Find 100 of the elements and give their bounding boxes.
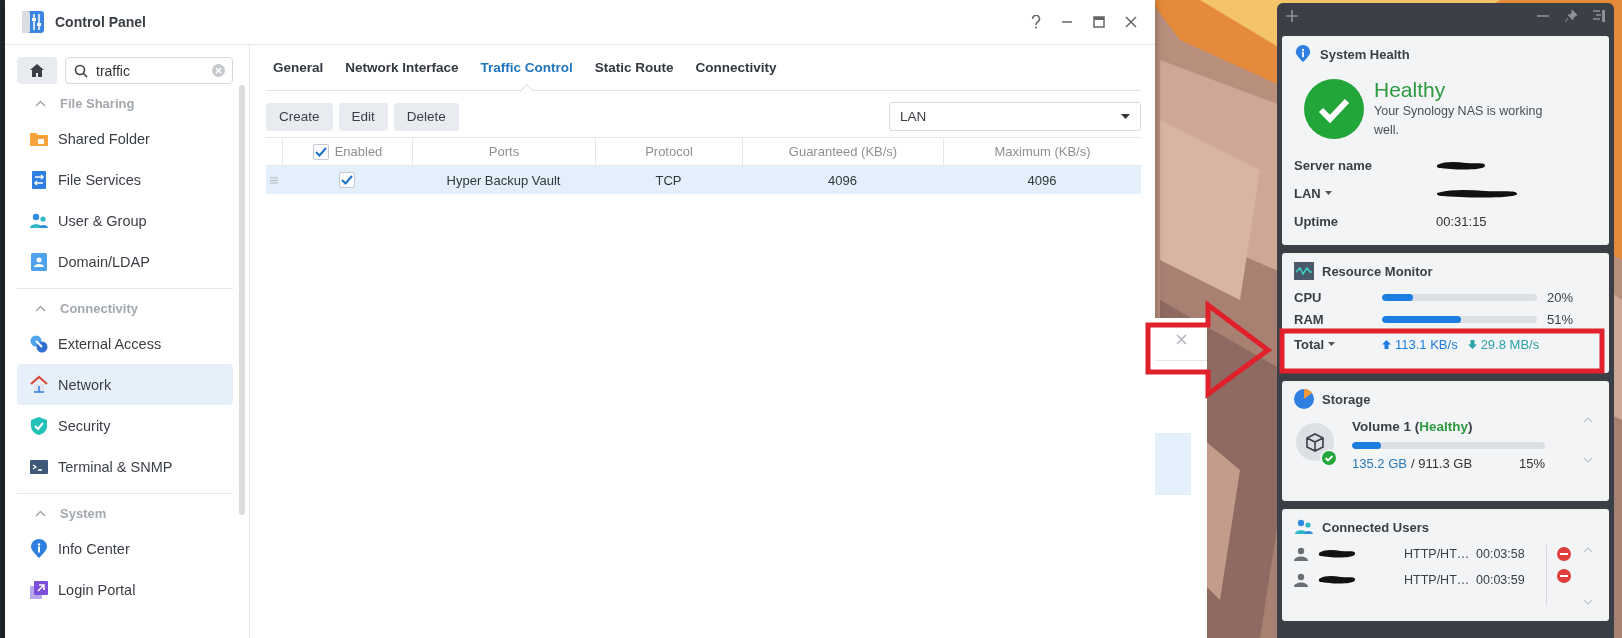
chevron-up-icon[interactable] xyxy=(35,509,46,517)
home-icon xyxy=(29,63,45,78)
volume-name: Volume 1 (Healthy) xyxy=(1352,419,1474,434)
check-circle-icon xyxy=(1304,79,1364,139)
tab[interactable]: Network Interface xyxy=(334,45,470,90)
minimize-icon[interactable] xyxy=(1537,14,1549,17)
redaction-mark xyxy=(1318,549,1356,558)
widget-title: Storage xyxy=(1322,391,1371,407)
health-message: Your Synology NAS is working well. xyxy=(1374,103,1544,139)
person-icon xyxy=(1294,573,1308,587)
table-cell: TCP xyxy=(655,172,682,188)
control-panel-icon xyxy=(21,10,45,34)
redaction-mark xyxy=(1436,160,1486,170)
info-label: LAN xyxy=(1294,185,1321,201)
widget-title: Connected Users xyxy=(1322,519,1429,535)
info-icon xyxy=(29,538,49,559)
home-button[interactable] xyxy=(17,57,57,84)
column-header: Ports xyxy=(488,144,520,159)
sidebar-item[interactable]: Security xyxy=(17,405,233,446)
session-time: 00:03:59 xyxy=(1476,573,1526,587)
table-cell: 4096 xyxy=(1027,172,1057,188)
session-time: 00:03:58 xyxy=(1476,547,1526,561)
usage-percent: 15% xyxy=(1518,456,1545,471)
sidebar-item[interactable]: Terminal & SNMP xyxy=(17,446,233,487)
table-cell: Hyper Backup Vault xyxy=(446,172,561,188)
link-icon xyxy=(29,333,49,354)
add-icon[interactable] xyxy=(1286,9,1298,22)
maximize-icon[interactable] xyxy=(1093,16,1105,28)
info-value: 00:31:15 xyxy=(1436,213,1487,229)
toolbar-button[interactable]: Delete xyxy=(393,102,459,131)
panel-icon[interactable] xyxy=(1593,9,1605,22)
file-transfer-icon xyxy=(29,169,49,190)
close-icon[interactable] xyxy=(1125,16,1137,28)
caret-icon xyxy=(1121,114,1130,119)
person-icon xyxy=(1294,547,1308,561)
group-title: System xyxy=(60,505,107,521)
drag-handle-icon[interactable] xyxy=(270,176,278,184)
protocol-label: HTTP/HT… xyxy=(1404,547,1471,561)
shield-icon xyxy=(29,415,49,436)
pie-chart-icon xyxy=(1294,389,1314,409)
sidebar-item[interactable]: Login Portal xyxy=(17,569,233,610)
caret-icon[interactable] xyxy=(1328,342,1336,346)
upload-rate: 113.1 KB/s xyxy=(1395,336,1458,352)
upload-icon xyxy=(1382,339,1391,349)
users-icon xyxy=(1294,517,1314,537)
group-title: File Sharing xyxy=(60,95,135,111)
table-cell: 4096 xyxy=(828,172,857,188)
redaction-mark xyxy=(1318,575,1356,584)
monitor-icon xyxy=(1294,262,1314,280)
toolbar-button[interactable]: Edit xyxy=(338,102,388,131)
table-row[interactable]: Hyper Backup Vault TCP 4096 4096 xyxy=(266,166,1141,194)
group-title: Connectivity xyxy=(60,300,138,316)
sidebar-item[interactable]: Domain/LDAP xyxy=(17,241,233,282)
contact-card-icon xyxy=(29,251,49,272)
chevron-up-icon[interactable] xyxy=(35,99,46,107)
health-status: Healthy xyxy=(1374,78,1447,102)
info-icon xyxy=(1294,44,1312,64)
meter-label: RAM xyxy=(1294,311,1325,327)
toolbar-button[interactable]: Create xyxy=(266,102,333,131)
sidebar-item[interactable]: External Access xyxy=(17,323,233,364)
column-header: Guaranteed (KB/s) xyxy=(788,144,898,159)
column-header: Enabled xyxy=(334,144,383,159)
pin-icon[interactable] xyxy=(1565,9,1577,22)
checkbox[interactable] xyxy=(339,172,355,188)
meter-label: Total xyxy=(1294,336,1325,352)
disconnect-icon[interactable] xyxy=(1557,569,1571,583)
widget-title: Resource Monitor xyxy=(1322,263,1433,279)
sidebar-item[interactable]: User & Group xyxy=(17,200,233,241)
download-rate: 29.8 MB/s xyxy=(1480,336,1540,352)
selected-row xyxy=(1155,433,1191,495)
widget-title: System Health xyxy=(1320,46,1410,62)
tab[interactable]: Static Route xyxy=(583,45,685,90)
tab[interactable]: General xyxy=(266,45,335,90)
interface-dropdown[interactable]: LAN xyxy=(889,102,1141,131)
house-icon xyxy=(29,374,49,395)
sidebar-item[interactable]: File Services xyxy=(17,159,233,200)
total-space: / 911.3 GB xyxy=(1410,456,1473,471)
sidebar-item[interactable]: Info Center xyxy=(17,528,233,569)
info-label: Uptime xyxy=(1294,213,1339,229)
search-field[interactable]: traffic xyxy=(65,57,233,84)
column-header: Protocol xyxy=(645,144,693,159)
column-header: Maximum (KB/s) xyxy=(994,144,1091,159)
arrow-square-icon xyxy=(29,579,49,600)
checkbox[interactable] xyxy=(312,143,329,160)
sidebar-item[interactable]: Network xyxy=(17,364,233,405)
window-title: Control Panel xyxy=(55,14,147,30)
info-label: Server name xyxy=(1294,157,1373,173)
caret-icon[interactable] xyxy=(1324,191,1332,195)
download-icon xyxy=(1467,339,1477,349)
tab[interactable]: Connectivity xyxy=(684,45,788,90)
meter-reading: 51% xyxy=(1546,311,1575,327)
meter-reading: 20% xyxy=(1546,289,1575,305)
protocol-label: HTTP/HT… xyxy=(1404,573,1471,587)
sidebar-item[interactable]: Shared Folder xyxy=(17,118,233,159)
disconnect-icon[interactable] xyxy=(1557,547,1571,561)
search-icon xyxy=(74,64,88,78)
used-space: 135.2 GB xyxy=(1352,456,1407,471)
chevron-up-icon[interactable] xyxy=(35,304,46,312)
help-icon[interactable] xyxy=(1031,15,1041,29)
meter-label: CPU xyxy=(1294,289,1323,305)
